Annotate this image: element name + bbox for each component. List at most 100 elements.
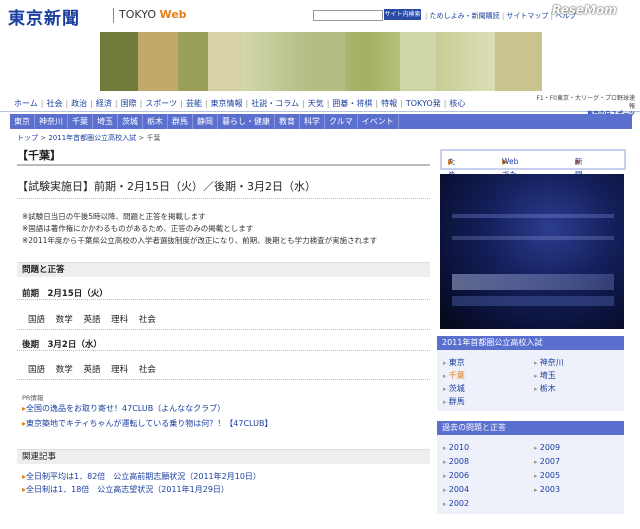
year-link-label: 2006 [448, 471, 470, 480]
secondary-nav-item[interactable]: 茨城 [118, 114, 143, 129]
subject-link-math[interactable]: 数学 [56, 315, 73, 325]
site-name-prefix: TOKYO [119, 8, 156, 21]
ad-banner-block [100, 32, 138, 91]
pr-link[interactable]: ▸全国の逸品をお取り寄せ！47CLUB（よんななクラブ） [22, 403, 225, 414]
secondary-nav-item[interactable]: 埼玉 [93, 114, 118, 129]
pr-link-text: 全国の逸品をお取り寄せ！47CLUB（よんななクラブ） [26, 404, 226, 413]
pref-link-chiba[interactable]: ▸ 千葉 [443, 370, 465, 381]
past-panel: ▸ 2010 ▸ 2008 ▸ 2006 ▸ 2004 ▸ 2002 ▸ 200… [437, 435, 624, 514]
primary-nav-item[interactable]: 政治 [71, 99, 87, 108]
sports-link-line1: F1・F0東京・大リーグ・プロ野球速報 [536, 95, 635, 110]
primary-nav-item[interactable]: スポーツ [145, 99, 177, 108]
nav-separator: | [443, 99, 447, 108]
nav-separator: | [400, 99, 403, 108]
year-link-label: 2008 [448, 457, 470, 466]
year-link-2006[interactable]: ▸ 2006 [443, 471, 469, 480]
primary-nav-item[interactable]: 特報 [381, 99, 397, 108]
pr-label: PR情報 [22, 394, 44, 402]
pref-link-kanagawa[interactable]: ▸ 神奈川 [534, 357, 564, 368]
site-name-suffix: Web [159, 8, 187, 21]
notes: ※試験日当日の午後5時以降、問題と正答を掲載します ※国語は著作権にかかわるもの… [22, 211, 377, 247]
ad-banner-block [208, 32, 242, 91]
site-search-input[interactable] [313, 10, 383, 21]
primary-nav-item[interactable]: ホーム [14, 99, 38, 108]
pref-link-label: 埼玉 [539, 371, 556, 380]
sidebar-ad-image[interactable] [440, 174, 624, 329]
year-link-label: 2004 [448, 485, 470, 494]
subject-link-science[interactable]: 理科 [111, 365, 128, 375]
subject-link-japanese[interactable]: 国語 [28, 365, 45, 375]
year-link-2010[interactable]: ▸ 2010 [443, 443, 469, 452]
note-line: ※2011年度から千葉県公立高校の入学者選抜制度が改正になり、前期、後期とも学力… [22, 236, 378, 245]
subject-link-english[interactable]: 英語 [83, 365, 100, 375]
subject-link-social[interactable]: 社会 [139, 365, 156, 375]
header-link-trial[interactable]: ためしよみ・新聞購読 [430, 12, 500, 20]
pref-link-tokyo[interactable]: ▸ 東京 [443, 357, 465, 368]
pref-link-label: 群馬 [448, 397, 465, 406]
pref-link-label: 茨城 [448, 384, 465, 393]
year-link-2007[interactable]: ▸ 2007 [534, 457, 560, 466]
secondary-nav-item[interactable]: 暮らし・健康 [218, 114, 275, 129]
nav-separator: | [180, 99, 183, 108]
breadcrumb: トップ > 2011年首都圏公立高校入試 > 千葉 [17, 134, 161, 142]
pref-link-ibaraki[interactable]: ▸ 茨城 [443, 383, 465, 394]
secondary-nav-item[interactable]: イベント [358, 114, 399, 129]
primary-nav-item[interactable]: 経済 [96, 99, 112, 108]
logo-divider [113, 8, 114, 23]
ad-banner-block [495, 32, 542, 91]
year-link-2008[interactable]: ▸ 2008 [443, 457, 469, 466]
subject-link-english[interactable]: 英語 [83, 315, 100, 325]
primary-nav-item[interactable]: TOKYO発 [406, 99, 441, 108]
related-link[interactable]: ▸全日制平均は1．82倍 公立高前期志願状況（2011年2月10日） [22, 471, 261, 482]
year-link-2004[interactable]: ▸ 2004 [443, 485, 469, 494]
kouki-subjects: 国語 数学 英語 理科 社会 [28, 363, 164, 375]
subject-link-science[interactable]: 理科 [111, 315, 128, 325]
year-link-2009[interactable]: ▸ 2009 [534, 443, 560, 452]
nav-separator: | [204, 99, 208, 108]
breadcrumb-top[interactable]: トップ [17, 134, 38, 142]
secondary-nav-item[interactable]: クルマ [325, 114, 358, 129]
secondary-nav-item[interactable]: 東京 [10, 114, 35, 129]
site-search-button[interactable]: サイト内検索 [384, 9, 421, 20]
year-link-2005[interactable]: ▸ 2005 [534, 471, 560, 480]
breadcrumb-exam[interactable]: 2011年首都圏公立高校入試 [48, 134, 136, 142]
related-link[interactable]: ▸全日制は1．18倍 公立高志望状況（2011年1月29日） [22, 484, 229, 495]
primary-nav-item[interactable]: 芸能 [186, 99, 202, 108]
year-link-2003[interactable]: ▸ 2003 [534, 485, 560, 494]
pref-link-saitama[interactable]: ▸ 埼玉 [534, 370, 556, 381]
primary-nav-item[interactable]: 社会 [46, 99, 62, 108]
ad-banner[interactable] [100, 32, 542, 91]
secondary-nav-item[interactable]: 千葉 [68, 114, 93, 129]
subject-link-social[interactable]: 社会 [139, 315, 156, 325]
year-link-label: 2007 [539, 457, 561, 466]
pref-link-tochigi[interactable]: ▸ 栃木 [534, 383, 556, 394]
subject-link-math[interactable]: 数学 [56, 365, 73, 375]
nav-separator: | [90, 99, 93, 108]
pref-link-label: 神奈川 [539, 358, 564, 367]
primary-nav-item[interactable]: 国際 [121, 99, 137, 108]
secondary-nav-item[interactable]: 科学 [300, 114, 325, 129]
nav-separator: | [245, 99, 249, 108]
site-name[interactable]: TOKYO Web [119, 8, 187, 21]
subscribe-button-label: 新聞購読 [575, 157, 583, 205]
primary-nav-item[interactable]: 社説・コラム [251, 99, 299, 108]
secondary-nav-item[interactable]: 栃木 [143, 114, 168, 129]
primary-nav-item[interactable]: 東京情報 [211, 99, 243, 108]
pref-link-gunma[interactable]: ▸ 群馬 [443, 396, 465, 407]
header-link-sitemap[interactable]: サイトマップ [506, 12, 548, 20]
primary-nav-item[interactable]: 囲碁・将棋 [332, 99, 372, 108]
related-link-text: 全日制平均は1．82倍 公立高前期志願状況（2011年2月10日） [26, 472, 261, 481]
primary-nav-item[interactable]: 核心 [449, 99, 465, 108]
secondary-nav-item[interactable]: 神奈川 [35, 114, 68, 129]
secondary-nav-item[interactable]: 教育 [275, 114, 300, 129]
year-link-2002[interactable]: ▸ 2002 [443, 499, 469, 508]
ad-banner-block [178, 32, 208, 91]
year-link-label: 2010 [448, 443, 470, 452]
secondary-nav-item[interactable]: 群馬 [168, 114, 193, 129]
subject-link-japanese[interactable]: 国語 [28, 315, 45, 325]
primary-nav-item[interactable]: 天気 [308, 99, 324, 108]
site-logo[interactable]: 東京新聞 [8, 4, 80, 29]
image-band [452, 214, 614, 218]
secondary-nav-item[interactable]: 静岡 [193, 114, 218, 129]
pr-link[interactable]: ▸東京築地でキティちゃんが運転している乗り物は何？！【47CLUB】 [22, 418, 272, 429]
